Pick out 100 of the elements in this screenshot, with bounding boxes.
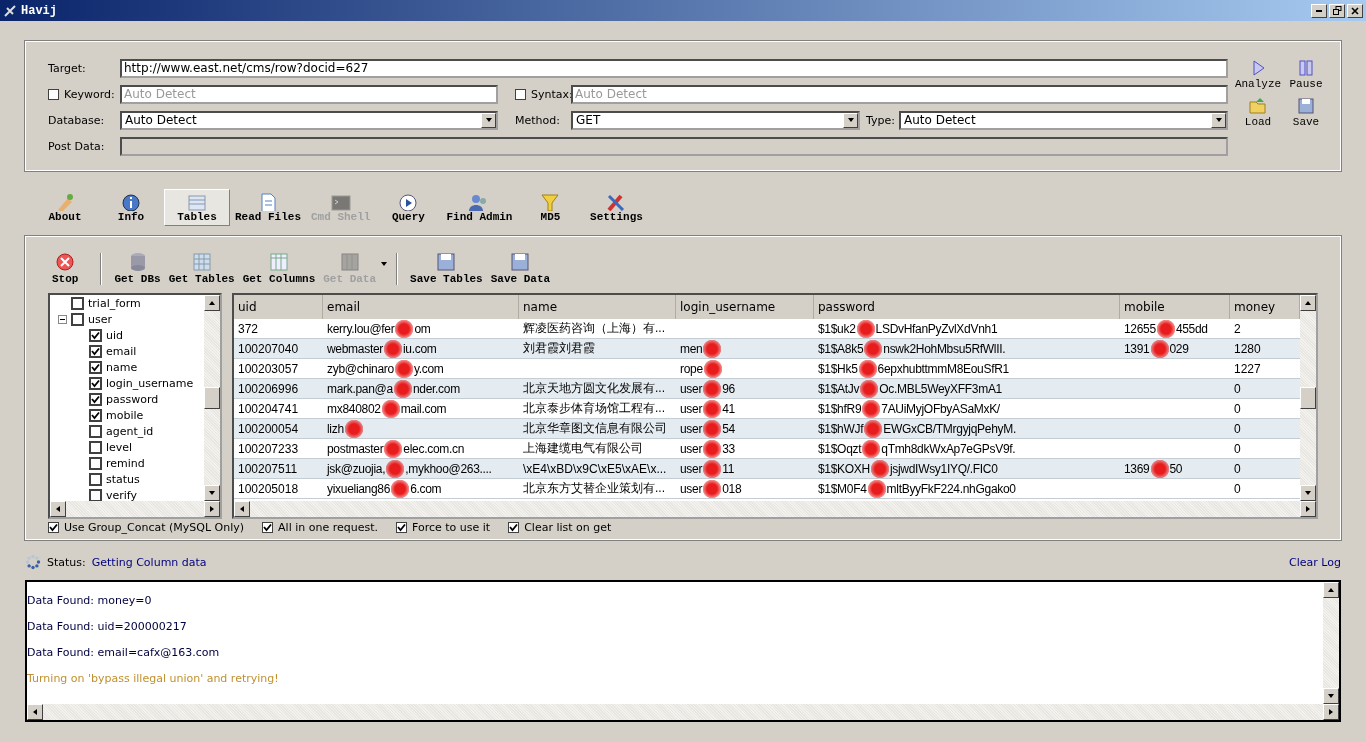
syntax-field[interactable]: Auto Detect [571, 84, 1228, 104]
dropdown[interactable]: Auto Detect [899, 110, 1228, 130]
scroll-thumb[interactable] [204, 387, 220, 409]
vertical-scrollbar[interactable] [1300, 295, 1316, 501]
tree-item[interactable]: agent_id [106, 424, 154, 438]
checkbox[interactable] [396, 522, 407, 533]
horizontal-scrollbar[interactable] [27, 704, 1339, 720]
dropdown[interactable]: GET [571, 110, 860, 130]
tree-item[interactable]: login_username [106, 376, 194, 390]
minimize-button[interactable] [1311, 3, 1327, 18]
tree-item[interactable]: password [106, 392, 159, 406]
restore-button[interactable] [1329, 3, 1345, 18]
checkbox[interactable] [48, 88, 59, 100]
checkbox[interactable] [262, 522, 274, 533]
toolbar-button[interactable]: Stop [48, 251, 83, 285]
horizontal-scrollbar[interactable] [50, 501, 220, 517]
column-header[interactable]: money [1230, 295, 1300, 319]
redaction-mark [344, 419, 363, 438]
tree-item[interactable]: mobile [106, 408, 144, 422]
collapse-toggle[interactable] [58, 314, 67, 324]
redaction-mark [864, 339, 883, 358]
restore-icon [1332, 6, 1342, 15]
checkbox[interactable] [89, 424, 102, 438]
column-header[interactable]: password [814, 295, 1120, 319]
checkbox[interactable] [508, 522, 520, 533]
tree-item[interactable]: trial_form [88, 296, 141, 310]
toolbar-button[interactable]: Save Tables [406, 251, 487, 285]
tab[interactable]: Find Admin [441, 189, 518, 226]
checkbox[interactable] [89, 328, 102, 342]
tree-item[interactable]: level [106, 440, 133, 454]
cell-text: 11 [722, 461, 734, 476]
checkbox[interactable] [71, 312, 84, 326]
tab[interactable]: MD5 [517, 189, 584, 226]
checkbox[interactable] [89, 344, 102, 358]
table-cell-text: 1280 [1233, 340, 1262, 358]
vertical-scrollbar[interactable] [204, 295, 220, 501]
checkbox[interactable] [48, 522, 59, 533]
table-cell-text: 0 [1233, 440, 1242, 458]
cell-text: $1$AtJv [818, 381, 860, 396]
tree-item[interactable]: status [106, 472, 140, 486]
column-header[interactable]: uid [234, 295, 323, 319]
minimize-icon [1316, 9, 1322, 12]
column-header[interactable]: mobile [1120, 295, 1230, 319]
checkbox[interactable] [89, 376, 102, 390]
checkbox[interactable] [89, 488, 102, 501]
checkbox[interactable] [71, 296, 84, 310]
horizontal-scrollbar[interactable] [234, 501, 1316, 517]
toolbar-button[interactable]: Get DBs [110, 251, 165, 285]
tree-item[interactable]: email [106, 344, 137, 358]
tree-item[interactable]: remind [106, 456, 145, 470]
cell-text: y.com [413, 361, 444, 376]
close-button[interactable] [1347, 3, 1363, 18]
target-field[interactable]: http://www.east.net/cms/row?docid=627 [120, 58, 1228, 78]
tree-item[interactable]: user [88, 312, 112, 326]
redaction-mark [703, 399, 722, 418]
checkbox[interactable] [89, 360, 102, 374]
cell-text: $1$A8k5 [818, 341, 864, 356]
up-arrow-icon [1327, 586, 1335, 594]
cell-text: user [680, 461, 703, 476]
checkbox[interactable] [515, 88, 526, 100]
cell-text: user [680, 401, 703, 416]
column-header[interactable]: login_username [676, 295, 814, 319]
tab[interactable]: Read Files [230, 189, 306, 226]
toolbar-button[interactable]: Get Tables [164, 251, 239, 285]
clear-log-link[interactable]: Clear Log [1289, 555, 1341, 569]
tab[interactable]: Settings [583, 189, 650, 226]
tree-item[interactable]: uid [106, 328, 123, 342]
checkbox[interactable] [89, 440, 102, 454]
cell-text: user [680, 481, 703, 496]
checkbox[interactable] [89, 392, 102, 406]
scroll-thumb[interactable] [1300, 387, 1316, 409]
cell-text: om [414, 321, 431, 336]
cell-text: kerry.lou@fer [327, 321, 395, 336]
dropdown[interactable]: Auto Detect [120, 110, 498, 130]
toolbar-button[interactable]: Save Data [486, 251, 555, 285]
tab[interactable]: Tables [164, 189, 230, 226]
toolbar-button[interactable]: Load [1234, 96, 1282, 128]
cell-text: user [680, 441, 703, 456]
redaction-mark [703, 439, 722, 458]
toolbar-button[interactable]: Save [1282, 96, 1330, 128]
tab[interactable]: Info [98, 189, 164, 226]
dropdown-arrow-icon[interactable] [380, 260, 389, 268]
cell-text: user [680, 381, 703, 396]
tab[interactable]: Query [375, 189, 442, 226]
column-header[interactable]: email [323, 295, 519, 319]
column-header[interactable]: name [519, 295, 676, 319]
vertical-scrollbar[interactable] [1323, 582, 1339, 704]
spinner-icon [25, 554, 41, 570]
toolbar-button[interactable]: Pause [1282, 58, 1330, 90]
tab[interactable]: About [32, 189, 98, 226]
tree-item[interactable]: verify [106, 488, 138, 501]
tree-item[interactable]: name [106, 360, 138, 374]
checkbox[interactable] [89, 472, 102, 486]
toolbar-button[interactable]: Get Columns [238, 251, 320, 285]
cell-text: 7AUiMyjOFbyASaMxK/ [881, 401, 1000, 416]
checkbox[interactable] [89, 456, 102, 470]
toolbar-button[interactable]: Analyze [1234, 58, 1282, 90]
keyword-field[interactable]: Auto Detect [120, 84, 498, 104]
checkbox[interactable] [89, 408, 102, 422]
cell-text: jsjwdIWsy1IYQ/.FIC0 [889, 461, 998, 476]
